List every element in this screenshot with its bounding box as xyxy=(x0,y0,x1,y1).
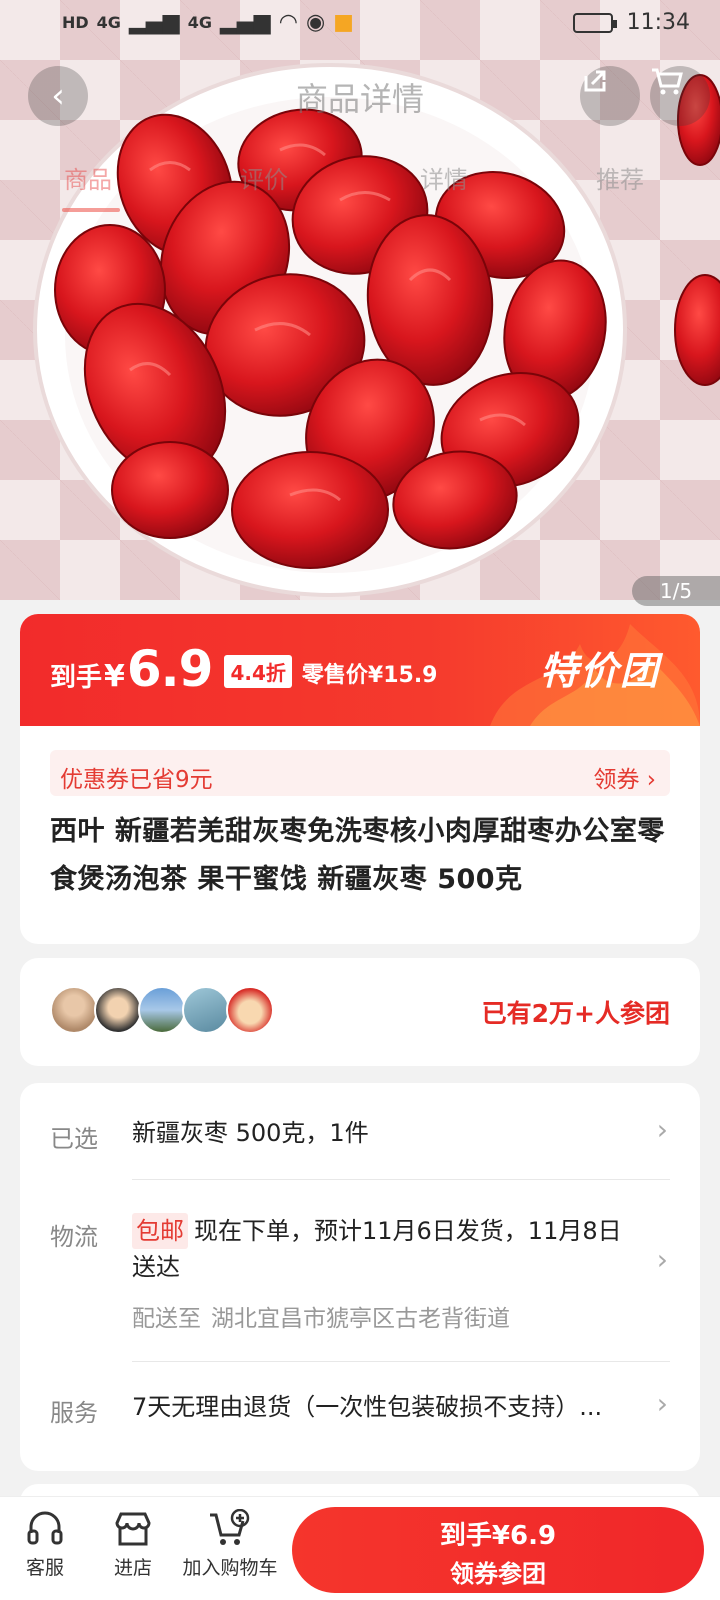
top-nav-bar: ‹ 商品详情 xyxy=(0,48,720,144)
share-button[interactable] xyxy=(580,66,640,126)
app-notification-icon: ◉ xyxy=(305,10,326,35)
tab-goods[interactable]: 商品 xyxy=(64,160,112,195)
bottom-action-bar: 客服 进店 加入购物车 到手¥6.9 领券参团 xyxy=(0,1496,720,1600)
add-to-cart-label: 加入购物车 xyxy=(182,1557,278,1579)
coupon-saving-text: 优惠券已省9元 xyxy=(60,767,213,793)
divider xyxy=(132,1361,670,1362)
battery-icon xyxy=(572,12,617,33)
signal-4g-1: 4G xyxy=(96,13,121,32)
section-tabs: 商品 评价 详情 推荐 xyxy=(0,150,720,220)
customer-service-label: 客服 xyxy=(25,1557,64,1579)
chevron-right-icon: › xyxy=(656,1113,668,1146)
tab-recommend[interactable]: 推荐 xyxy=(596,160,644,195)
get-coupon-label: 领券 xyxy=(593,767,640,793)
group-buy-card[interactable]: 已有2万+人参团 xyxy=(20,958,700,1066)
buy-price-label: 到手¥6.9 xyxy=(439,1521,557,1551)
get-coupon-link[interactable]: 领券 › xyxy=(593,760,656,794)
add-cart-icon xyxy=(210,1509,250,1545)
customer-service-button[interactable]: 客服 xyxy=(20,1509,70,1580)
price-row: 到手 ¥ 6.9 4.4折 零售价¥15.9 xyxy=(50,640,438,698)
image-counter: 1/5 xyxy=(632,576,720,606)
delivery-address-value: 湖北宜昌市猇亭区古老背街道 xyxy=(211,1306,510,1332)
price-label: 到手 xyxy=(50,663,103,693)
app-notification-icon: ■ xyxy=(333,10,354,35)
headset-icon xyxy=(27,1511,63,1545)
selected-label: 已选 xyxy=(50,1125,98,1153)
signal-4g-2: 4G xyxy=(187,13,212,32)
wifi-icon: ◠ xyxy=(278,10,298,35)
store-icon xyxy=(115,1512,151,1546)
avatar xyxy=(94,986,142,1034)
add-to-cart-button[interactable]: 加入购物车 xyxy=(180,1509,280,1580)
active-tab-indicator xyxy=(62,208,120,212)
clock: 11:34 xyxy=(626,10,690,35)
service-label: 服务 xyxy=(50,1399,98,1427)
signal-bars-icon: ▂▄▆ xyxy=(128,10,180,35)
chevron-right-icon: › xyxy=(656,1243,668,1276)
signal-bars-icon: ▂▄▆ xyxy=(219,10,271,35)
share-icon xyxy=(584,70,606,92)
avatar xyxy=(182,986,230,1034)
discount-badge: 4.4折 xyxy=(224,655,292,688)
selected-value: 新疆灰枣 500克，1件 xyxy=(132,1119,369,1147)
coupon-bar[interactable]: 优惠券已省9元 领券 › xyxy=(50,750,670,796)
price-card: 到手 ¥ 6.9 4.4折 零售价¥15.9 特价团 优惠券已省9元 领券 › … xyxy=(20,614,700,944)
group-joined-count: 已有2万+人参团 xyxy=(481,999,670,1028)
currency-symbol: ¥ xyxy=(104,659,125,694)
free-shipping-tag: 包邮 xyxy=(132,1213,188,1249)
tab-reviews[interactable]: 评价 xyxy=(240,160,288,195)
price-value: 6.9 xyxy=(126,640,214,698)
chevron-right-icon: › xyxy=(656,1387,668,1420)
status-bar: HD 4G ▂▄▆ 4G ▂▄▆ ◠ ◉ ■ 11:34 xyxy=(0,0,720,48)
avatar-group xyxy=(50,986,274,1034)
cart-icon xyxy=(652,68,683,95)
product-detail-page: HD 4G ▂▄▆ 4G ▂▄▆ ◠ ◉ ■ 11:34 ‹ 商品详情 商品 评… xyxy=(0,0,720,1600)
cart-button[interactable] xyxy=(650,66,710,126)
delivery-address: 配送至 湖北宜昌市猇亭区古老背街道 xyxy=(132,1299,510,1333)
delivery-address-label: 配送至 xyxy=(132,1306,201,1332)
divider xyxy=(132,1179,670,1180)
store-label: 进店 xyxy=(113,1557,152,1579)
shipping-label: 物流 xyxy=(50,1223,98,1251)
product-info-card: 已选 新疆灰枣 500克，1件 › 物流 包邮 现在下单，预计11月6日发货，11… xyxy=(20,1083,700,1471)
buy-action-label: 领券参团 xyxy=(450,1560,546,1588)
tab-details[interactable]: 详情 xyxy=(420,160,468,195)
product-title: 西叶 新疆若羌甜灰枣免洗枣核小肉厚甜枣办公室零食煲汤泡茶 果干蜜饯 新疆灰枣 5… xyxy=(50,816,665,895)
promo-tag: 特价团 xyxy=(539,649,660,693)
retail-price: 零售价¥15.9 xyxy=(301,663,438,688)
shipping-estimate: 现在下单，预计11月6日发货，11月8日送达 xyxy=(132,1217,622,1281)
service-value: 7天无理由退货（一次性包装破损不支持）... xyxy=(132,1393,603,1421)
avatar xyxy=(226,986,274,1034)
network-indicator: HD xyxy=(62,13,89,32)
avatar xyxy=(138,986,186,1034)
store-button[interactable]: 进店 xyxy=(108,1509,158,1580)
chevron-right-icon: › xyxy=(646,767,656,793)
buy-now-button[interactable]: 到手¥6.9 领券参团 xyxy=(292,1507,704,1593)
product-image[interactable]: HD 4G ▂▄▆ 4G ▂▄▆ ◠ ◉ ■ 11:34 ‹ 商品详情 商品 评… xyxy=(0,0,720,600)
avatar xyxy=(50,986,98,1034)
price-banner: 到手 ¥ 6.9 4.4折 零售价¥15.9 特价团 xyxy=(20,614,700,726)
shipping-value: 包邮 现在下单，预计11月6日发货，11月8日送达 xyxy=(132,1213,632,1285)
